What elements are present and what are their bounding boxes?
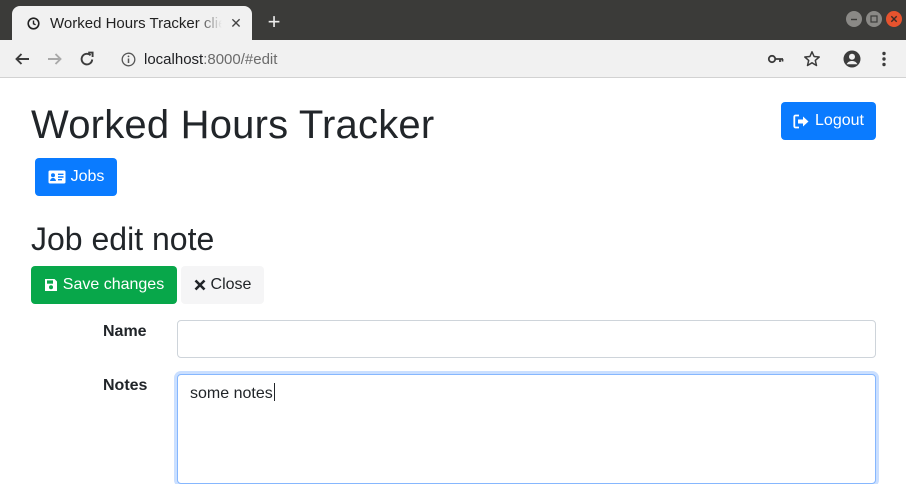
menu-kebab-icon[interactable] xyxy=(873,48,895,70)
back-arrow-icon[interactable] xyxy=(11,48,33,70)
window-close-button[interactable] xyxy=(886,11,902,27)
info-icon[interactable] xyxy=(120,51,136,67)
page-content: Worked Hours Tracker Logout Jobs Job edi… xyxy=(0,79,906,484)
app-title: Worked Hours Tracker xyxy=(31,103,435,147)
notes-textarea[interactable]: some notes xyxy=(177,374,876,484)
window-maximize-button[interactable] xyxy=(866,11,882,27)
logout-label: Logout xyxy=(815,112,864,129)
browser-toolbar: localhost:8000/#edit xyxy=(0,40,906,78)
window-minimize-button[interactable] xyxy=(846,11,862,27)
key-icon[interactable] xyxy=(765,48,787,70)
close-button[interactable]: Close xyxy=(181,266,264,304)
reload-icon[interactable] xyxy=(76,48,98,70)
times-icon xyxy=(194,279,206,291)
new-tab-button[interactable]: + xyxy=(262,11,286,34)
jobs-label: Jobs xyxy=(70,168,105,185)
sign-out-icon xyxy=(793,114,810,129)
url-path: :8000/#edit xyxy=(203,50,278,68)
id-card-icon xyxy=(48,170,66,184)
save-changes-label: Save changes xyxy=(62,276,165,293)
name-label: Name xyxy=(103,323,147,340)
url-host: localhost xyxy=(144,50,204,68)
tab-title: Worked Hours Tracker clie xyxy=(50,14,222,32)
address-bar[interactable]: localhost:8000/#edit xyxy=(106,44,842,74)
jobs-button[interactable]: Jobs xyxy=(35,158,117,196)
browser-titlebar: Worked Hours Tracker clie ✕ + xyxy=(0,0,906,40)
notes-label: Notes xyxy=(103,377,148,394)
url-text: localhost:8000/#edit xyxy=(144,51,277,68)
save-changes-button[interactable]: Save changes xyxy=(31,266,177,304)
browser-tab[interactable]: Worked Hours Tracker clie ✕ xyxy=(12,6,252,40)
notes-textarea-value: some notes xyxy=(190,385,273,402)
name-input[interactable] xyxy=(177,320,876,358)
section-title: Job edit note xyxy=(31,221,215,257)
close-label: Close xyxy=(210,276,252,293)
clock-icon xyxy=(26,16,40,30)
floppy-disk-icon xyxy=(44,278,58,292)
tab-close-icon[interactable]: ✕ xyxy=(228,15,244,31)
text-caret xyxy=(273,383,275,401)
forward-arrow-icon[interactable] xyxy=(44,48,66,70)
logout-button[interactable]: Logout xyxy=(781,102,876,140)
profile-avatar-icon[interactable] xyxy=(841,48,863,70)
star-icon[interactable] xyxy=(801,48,823,70)
